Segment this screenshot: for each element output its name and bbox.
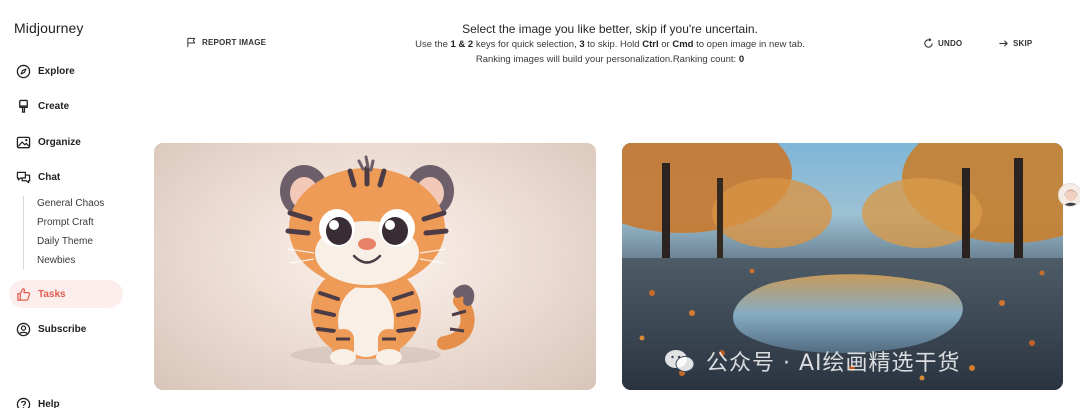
sidebar: Midjourney Explore Create Organize Chat … bbox=[0, 0, 138, 408]
instruction-title: Select the image you like better, skip i… bbox=[462, 22, 758, 36]
user-circle-icon bbox=[15, 321, 31, 337]
sidebar-item-tasks[interactable]: Tasks bbox=[9, 280, 123, 308]
thumbs-up-icon bbox=[15, 286, 31, 302]
sidebar-item-explore[interactable]: Explore bbox=[9, 57, 123, 85]
sidebar-item-label: Chat bbox=[38, 171, 61, 183]
assistant-avatar[interactable] bbox=[1058, 183, 1080, 207]
undo-button[interactable]: UNDO bbox=[923, 38, 962, 49]
watermark: 公众号 · AI绘画精选干货 bbox=[664, 345, 961, 377]
sidebar-item-organize[interactable]: Organize bbox=[9, 128, 123, 156]
sidebar-item-label: Create bbox=[38, 100, 70, 112]
chat-channel-daily-theme[interactable]: Daily Theme bbox=[37, 236, 93, 247]
chat-bubbles-icon bbox=[15, 169, 31, 185]
arrow-right-icon bbox=[999, 40, 1008, 47]
chat-channel-prompt-craft[interactable]: Prompt Craft bbox=[37, 217, 94, 228]
undo-label: UNDO bbox=[938, 39, 963, 48]
avatar-portrait-icon bbox=[1063, 189, 1079, 206]
tiger-cub-illustration bbox=[280, 155, 475, 365]
instruction-keys: Use the 1 & 2 keys for quick selection, … bbox=[415, 39, 805, 50]
watermark-text: 公众号 · AI绘画精选干货 bbox=[706, 351, 961, 376]
ranking-count-text: Ranking images will build your personali… bbox=[475, 54, 745, 65]
report-image-label: REPORT IMAGE bbox=[202, 38, 267, 47]
sidebar-item-label: Explore bbox=[38, 65, 75, 77]
help-circle-icon bbox=[15, 396, 31, 408]
skip-button[interactable]: SKIP bbox=[998, 38, 1032, 49]
report-image-button[interactable]: REPORT IMAGE bbox=[186, 37, 266, 48]
sidebar-item-chat[interactable]: Chat bbox=[9, 163, 123, 191]
flag-icon bbox=[187, 37, 196, 48]
sidebar-item-subscribe[interactable]: Subscribe bbox=[9, 315, 123, 343]
sidebar-item-label: Organize bbox=[38, 136, 81, 148]
sidebar-item-help[interactable]: Help bbox=[9, 390, 123, 408]
ranking-count: 0 bbox=[738, 54, 745, 65]
compass-icon bbox=[15, 63, 31, 79]
sidebar-item-label: Subscribe bbox=[38, 323, 87, 335]
chat-channel-rail bbox=[23, 196, 24, 270]
sidebar-item-label: Help bbox=[38, 398, 60, 408]
image-icon bbox=[15, 134, 31, 150]
undo-icon bbox=[924, 38, 933, 48]
chat-channel-general-chaos[interactable]: General Chaos bbox=[37, 198, 104, 209]
chat-channel-newbies[interactable]: Newbies bbox=[37, 255, 75, 266]
wechat-icon bbox=[665, 350, 695, 372]
option-image-1[interactable] bbox=[154, 143, 596, 390]
sidebar-item-label: Tasks bbox=[38, 288, 66, 300]
skip-label: SKIP bbox=[1013, 39, 1033, 48]
app-logo[interactable]: Midjourney bbox=[14, 20, 83, 36]
sidebar-item-create[interactable]: Create bbox=[9, 92, 123, 120]
paintbrush-icon bbox=[15, 98, 31, 114]
